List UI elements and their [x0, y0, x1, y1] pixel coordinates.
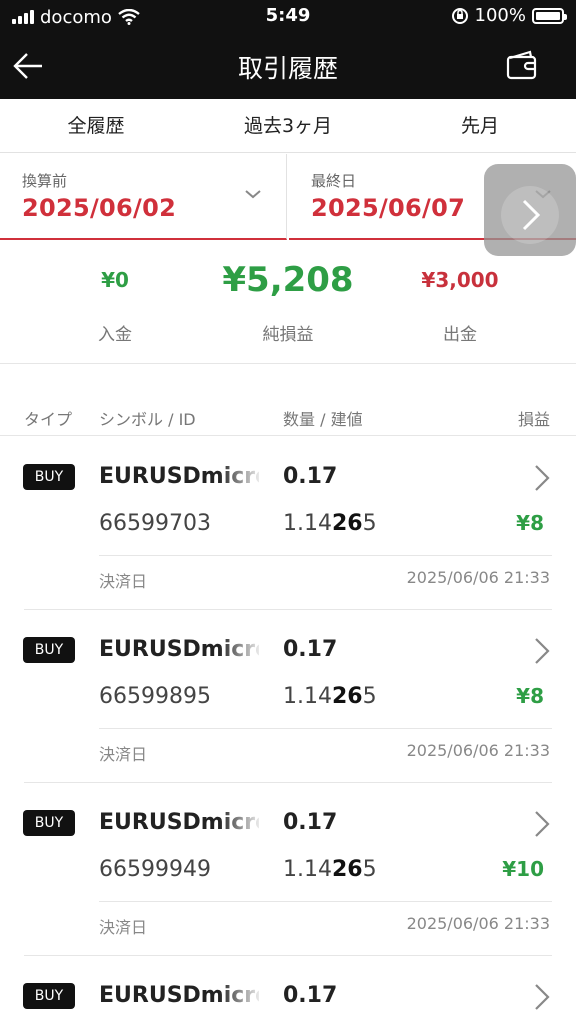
trade-type-badge: BUY: [23, 464, 75, 490]
trade-price: 1.14265: [283, 684, 377, 709]
battery-level: [536, 11, 560, 20]
trade-type-badge: BUY: [23, 983, 75, 1009]
trade-id: 66599949: [99, 857, 211, 882]
trade-row[interactable]: BUY EURUSDmicro 0.17: [0, 956, 576, 1024]
symbol-fade: [219, 461, 263, 493]
symbol-fade: [219, 980, 263, 1012]
symbol-fade: [219, 807, 263, 839]
end-date-value: 2025/06/07: [311, 194, 466, 222]
chevron-right-icon: [522, 199, 541, 231]
trade-row[interactable]: BUY EURUSDmicro 0.17 66599703 1.14265 ¥8…: [0, 437, 576, 610]
price-suffix: 5: [362, 684, 377, 709]
col-pl: 損益: [517, 410, 550, 429]
trade-qty: 0.17: [283, 810, 338, 835]
start-date-select[interactable]: 換算前 2025/06/02: [0, 154, 287, 240]
settle-label: 決済日: [99, 918, 148, 937]
trade-pl: ¥8: [516, 684, 544, 708]
end-date-label: 最終日: [311, 172, 357, 190]
deposit-label: 入金: [98, 325, 132, 345]
price-prefix: 1.14: [283, 511, 332, 536]
row-divider: [99, 901, 552, 902]
settle-label: 決済日: [99, 745, 148, 764]
deposit-value: ¥0: [101, 268, 129, 292]
app-header: 取引履歴: [0, 34, 576, 99]
settle-date: 2025/06/06 21:33: [406, 741, 550, 760]
trade-price: 1.14265: [283, 857, 377, 882]
table-header: タイプ シンボル / ID 数量 / 建値 損益: [0, 398, 576, 436]
settle-date: 2025/06/06 21:33: [406, 568, 550, 587]
chevron-right-icon[interactable]: [533, 982, 551, 1012]
trade-row[interactable]: BUY EURUSDmicro 0.17 66599949 1.14265 ¥1…: [0, 783, 576, 956]
settle-label: 決済日: [99, 572, 148, 591]
trade-pl: ¥8: [516, 511, 544, 535]
withdrawal-value: ¥3,000: [421, 268, 499, 292]
wallet-icon[interactable]: [504, 48, 540, 84]
chevron-right-icon[interactable]: [533, 463, 551, 493]
battery-percent: 100%: [474, 5, 526, 26]
chevron-right-icon[interactable]: [533, 636, 551, 666]
page-title: 取引履歴: [237, 54, 338, 83]
start-date-value: 2025/06/02: [22, 194, 177, 222]
col-symbol-id: シンボル / ID: [99, 410, 196, 429]
trade-id: 66599895: [99, 684, 211, 709]
tab-all-history[interactable]: 全履歴: [0, 99, 192, 152]
trade-qty: 0.17: [283, 464, 338, 489]
col-qty-price: 数量 / 建値: [283, 410, 363, 429]
period-tabs: 全履歴 過去3ヶ月 先月: [0, 99, 576, 153]
price-suffix: 5: [362, 511, 377, 536]
row-divider: [99, 728, 552, 729]
tab-last-month[interactable]: 先月: [384, 99, 576, 152]
net-pl-value: ¥5,208: [222, 260, 354, 300]
chevron-right-icon[interactable]: [533, 809, 551, 839]
trade-pl: ¥10: [502, 857, 544, 881]
deposit-summary: ¥0 入金: [20, 240, 210, 345]
price-pips: 26: [331, 684, 363, 709]
summary-panel: ¥0 入金 ¥5,208 純損益 ¥3,000 出金: [0, 240, 576, 364]
tab-last-3-months[interactable]: 過去3ヶ月: [192, 99, 384, 152]
price-prefix: 1.14: [283, 684, 332, 709]
price-suffix: 5: [362, 857, 377, 882]
orientation-lock-icon: [451, 7, 468, 24]
trade-qty: 0.17: [283, 983, 338, 1008]
battery-icon: [532, 7, 567, 24]
start-date-label: 換算前: [22, 172, 68, 190]
trade-type-badge: BUY: [23, 810, 75, 836]
col-type: タイプ: [24, 410, 73, 429]
status-right: 100%: [451, 5, 567, 26]
net-pl-label: 純損益: [262, 325, 314, 345]
price-prefix: 1.14: [283, 857, 332, 882]
trade-type-badge: BUY: [23, 637, 75, 663]
net-pl-summary: ¥5,208 純損益: [193, 240, 383, 345]
row-divider: [99, 555, 552, 556]
chevron-down-icon: [245, 190, 261, 199]
status-bar: docomo 5:49 100%: [0, 0, 576, 34]
trade-price: 1.14265: [283, 511, 377, 536]
price-pips: 26: [331, 857, 363, 882]
trade-qty: 0.17: [283, 637, 338, 662]
withdrawal-label: 出金: [443, 325, 477, 345]
symbol-fade: [219, 634, 263, 666]
trade-row[interactable]: BUY EURUSDmicro 0.17 66599895 1.14265 ¥8…: [0, 610, 576, 783]
price-pips: 26: [331, 511, 363, 536]
settle-date: 2025/06/06 21:33: [406, 914, 550, 933]
trade-id: 66599703: [99, 511, 211, 536]
withdrawal-summary: ¥3,000 出金: [365, 240, 555, 345]
